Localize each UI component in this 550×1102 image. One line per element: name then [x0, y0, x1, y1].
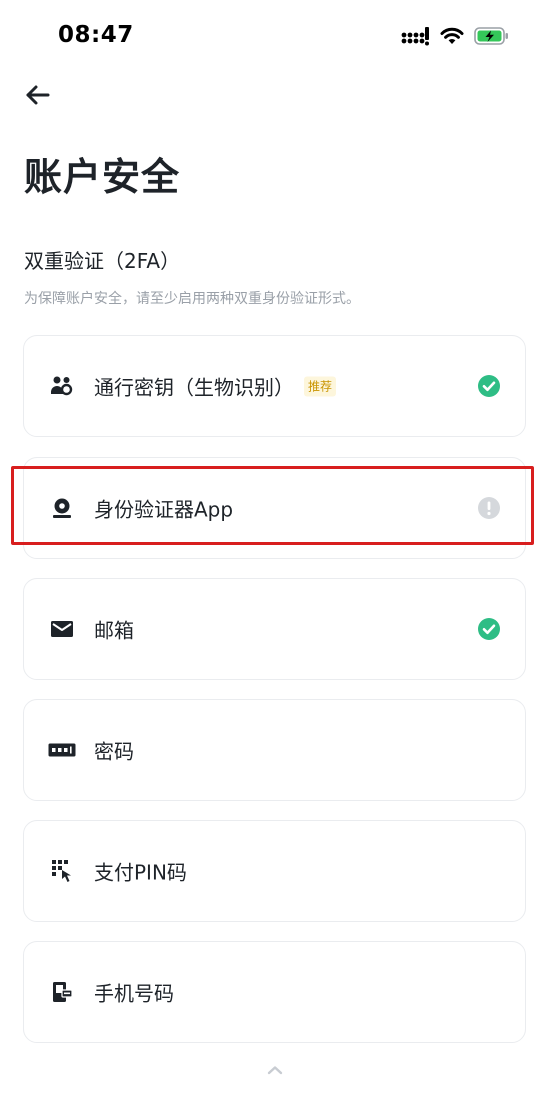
payment-pin-label: 支付PIN码 [94, 860, 187, 885]
email-label: 邮箱 [94, 618, 134, 643]
email-item[interactable]: 邮箱 [23, 578, 526, 680]
section-title: 双重验证（2FA） [24, 249, 181, 273]
passkey-item[interactable]: 通行密钥（生物识别） 推荐 [23, 335, 526, 437]
chevron-up-icon[interactable] [265, 1062, 285, 1076]
battery-charging-icon [474, 26, 510, 50]
authenticator-icon [50, 496, 74, 520]
phone-label: 手机号码 [94, 981, 174, 1006]
password-label: 密码 [94, 739, 134, 764]
authenticator-item[interactable]: 身份验证器App [23, 457, 526, 559]
back-button[interactable] [22, 82, 52, 112]
passkey-label-text: 通行密钥（生物识别） [94, 375, 294, 400]
status-time: 08:47 [58, 22, 134, 48]
payment-pin-item[interactable]: 支付PIN码 [23, 820, 526, 922]
status-icons [400, 26, 510, 50]
passkey-label: 通行密钥（生物识别） 推荐 [94, 372, 337, 401]
phone-item[interactable]: 手机号码 [23, 941, 526, 1043]
password-icon [48, 738, 76, 762]
arrow-left-icon [24, 84, 50, 110]
check-circle-icon [477, 617, 501, 641]
pin-keypad-icon [50, 859, 74, 883]
section-description: 为保障账户安全，请至少启用两种双重身份验证形式。 [24, 291, 360, 307]
check-circle-icon [477, 374, 501, 398]
mail-icon [50, 617, 74, 641]
phone-icon [50, 980, 74, 1004]
wifi-icon [440, 27, 464, 49]
status-bar: 08:47 [0, 0, 550, 76]
recommended-badge: 推荐 [304, 376, 337, 396]
password-item[interactable]: 密码 [23, 699, 526, 801]
page-title: 账户安全 [24, 155, 181, 199]
authenticator-label: 身份验证器App [94, 497, 234, 522]
signal-icon [400, 26, 430, 50]
warning-circle-icon [477, 496, 501, 520]
passkey-icon [50, 374, 74, 398]
